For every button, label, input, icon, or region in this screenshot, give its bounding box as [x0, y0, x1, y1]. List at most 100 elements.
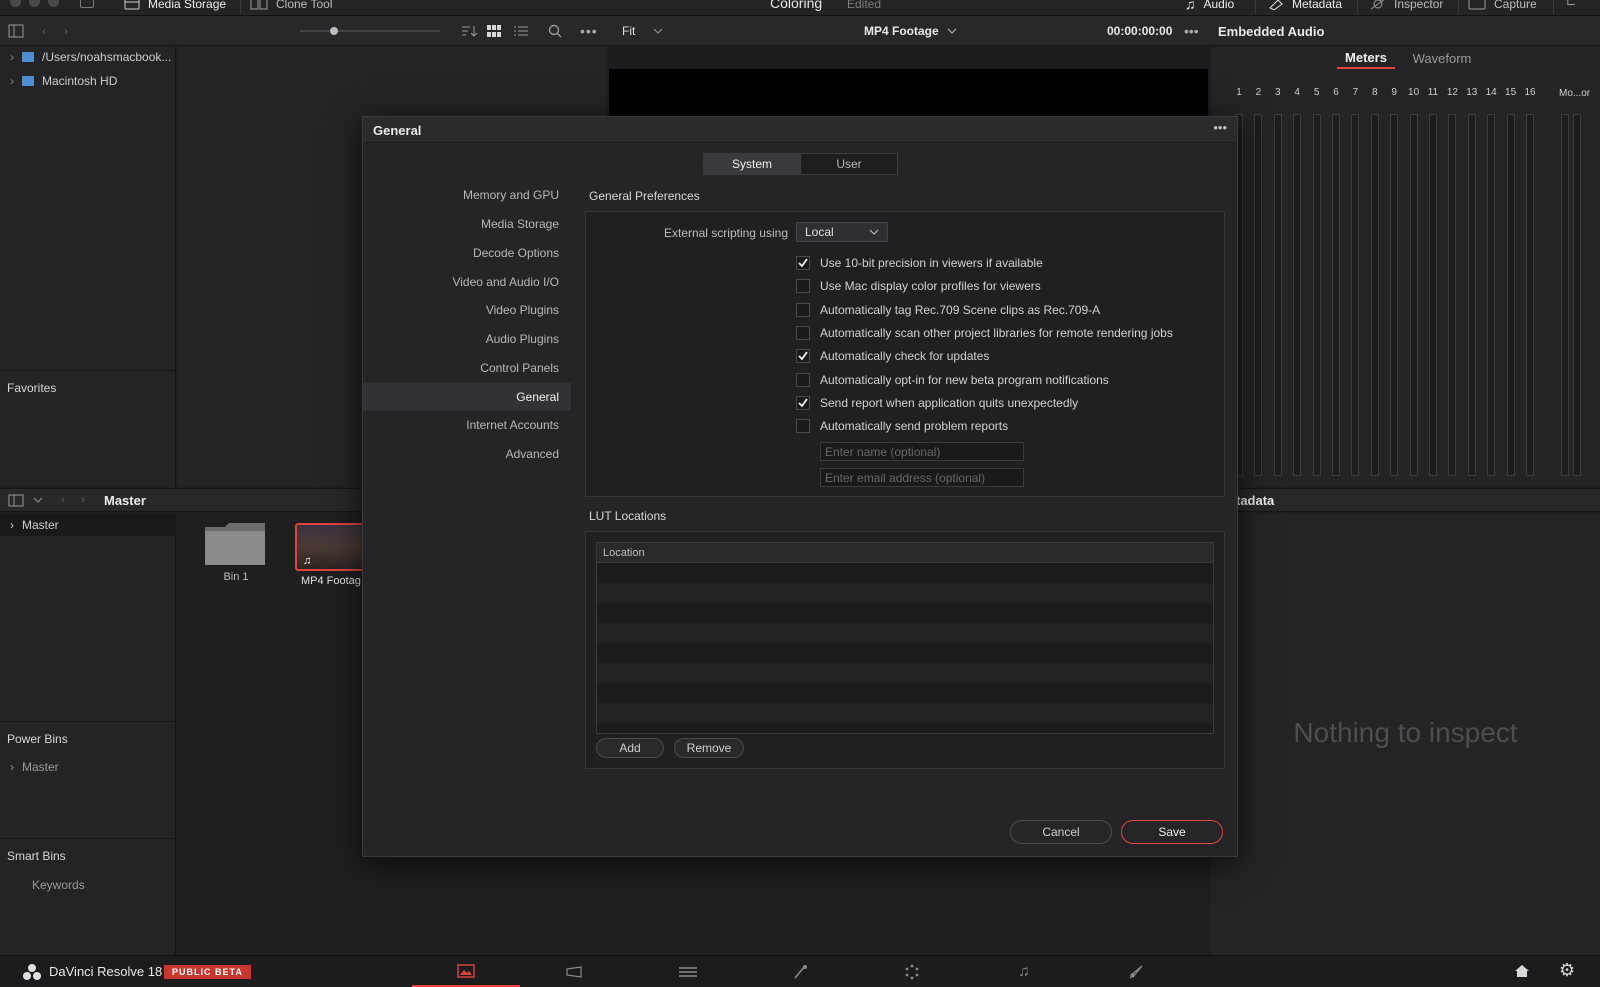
email-field[interactable] — [820, 468, 1024, 487]
inspector-button[interactable]: Inspector — [1370, 0, 1443, 12]
tab-user-label: User — [836, 157, 862, 171]
channel-meter — [1254, 114, 1263, 476]
chevron-right-icon: › — [10, 74, 14, 88]
option-label: Automatically check for updates — [820, 349, 990, 364]
scripting-select[interactable]: Local — [796, 222, 888, 242]
add-lut-button[interactable]: Add — [596, 738, 664, 758]
checkbox[interactable] — [796, 302, 810, 317]
list-view-icon[interactable] — [514, 16, 528, 46]
option-row[interactable]: Automatically send problem reports — [796, 417, 1008, 435]
nav-item-video-plugins[interactable]: Video Plugins — [363, 296, 571, 324]
nav-label: Video Plugins — [485, 303, 559, 317]
option-row[interactable]: Automatically check for updates — [796, 347, 989, 365]
channel-meter — [1370, 114, 1379, 476]
channel-meter — [1526, 114, 1534, 476]
nav-item-advanced[interactable]: Advanced — [363, 440, 571, 468]
option-row[interactable]: Use Mac display color profiles for viewe… — [796, 277, 1041, 295]
option-row[interactable]: Automatically scan other project librari… — [796, 324, 1173, 342]
more-options-icon[interactable]: ••• — [580, 16, 598, 46]
channel-number: 14 — [1485, 87, 1497, 98]
nav-item-general[interactable]: General — [363, 383, 571, 411]
channel-number: 4 — [1294, 87, 1300, 98]
edit-page-button[interactable] — [634, 956, 742, 987]
cancel-button[interactable]: Cancel — [1010, 820, 1112, 844]
minimize-window-icon[interactable] — [29, 0, 40, 7]
close-window-icon[interactable] — [10, 0, 21, 7]
media-page-button[interactable] — [412, 956, 520, 987]
remove-lut-button[interactable]: Remove — [674, 738, 744, 758]
option-row[interactable]: Send report when application quits unexp… — [796, 394, 1078, 412]
dialog-titlebar: General ••• — [363, 117, 1237, 143]
fusion-page-button[interactable] — [746, 956, 854, 987]
forward-arrow-icon[interactable]: › — [64, 16, 68, 46]
search-icon[interactable] — [548, 16, 562, 46]
capture-button[interactable]: Capture — [1468, 0, 1537, 12]
clone-tool-button[interactable]: Clone Tool — [250, 0, 332, 12]
toggle-sidebar-icon[interactable] — [8, 16, 24, 46]
sort-icon[interactable] — [460, 16, 478, 46]
nav-item-video-audio-io[interactable]: Video and Audio I/O — [363, 268, 571, 296]
bin-item[interactable]: Bin 1 — [203, 521, 269, 585]
tab-system[interactable]: System — [703, 153, 801, 175]
layout-dropdown-icon[interactable] — [80, 0, 94, 8]
checkbox[interactable] — [796, 372, 810, 387]
settings-gear-icon[interactable]: ⚙ — [1559, 960, 1575, 981]
smart-bin-item[interactable]: Keywords — [32, 878, 85, 892]
capture-label: Capture — [1494, 0, 1537, 11]
tab-waveform-label: Waveform — [1412, 50, 1472, 66]
option-row[interactable]: Use 10-bit precision in viewers if avail… — [796, 254, 1043, 272]
maximize-window-icon[interactable] — [48, 0, 59, 7]
tab-meters[interactable]: Meters — [1337, 47, 1395, 69]
save-button[interactable]: Save — [1121, 820, 1223, 844]
clip-name-dropdown[interactable]: MP4 Footage — [864, 16, 957, 46]
checkbox[interactable] — [796, 325, 810, 340]
zoom-dropdown[interactable]: Fit — [622, 16, 663, 46]
viewer-options-icon[interactable]: ••• — [1184, 16, 1199, 46]
nav-item-media-storage[interactable]: Media Storage — [363, 210, 571, 238]
back-arrow-icon[interactable]: ‹ — [42, 16, 46, 46]
cut-page-button[interactable] — [522, 956, 630, 987]
color-page-button[interactable] — [858, 956, 966, 987]
checkbox[interactable] — [796, 279, 810, 294]
toggle-bins-icon[interactable] — [8, 494, 24, 507]
checkbox[interactable] — [796, 419, 810, 434]
metadata-button[interactable]: Metadata — [1268, 0, 1342, 12]
option-label: Automatically send problem reports — [820, 419, 1009, 434]
slider-handle[interactable] — [330, 27, 338, 35]
location-item[interactable]: › /Users/noahsmacbook... — [10, 47, 171, 67]
folder-icon — [205, 523, 265, 565]
bin-tree-item[interactable]: › Master — [0, 513, 176, 536]
fullscreen-icon[interactable]: ⊏ — [1566, 0, 1576, 8]
name-field[interactable] — [820, 442, 1024, 461]
option-row[interactable]: Automatically tag Rec.709 Scene clips as… — [796, 301, 1100, 319]
checkbox[interactable] — [796, 256, 810, 270]
nav-item-internet-accounts[interactable]: Internet Accounts — [363, 411, 571, 439]
nav-item-control-panels[interactable]: Control Panels — [363, 354, 571, 382]
timecode: 00:00:00:00 — [1107, 24, 1173, 38]
checkbox[interactable] — [796, 349, 810, 364]
channel-meter — [1409, 114, 1418, 476]
location-item[interactable]: › Macintosh HD — [10, 71, 117, 91]
chevron-down-icon[interactable] — [33, 497, 43, 503]
checkbox[interactable] — [796, 395, 810, 410]
fairlight-page-button[interactable]: ♫ — [970, 956, 1078, 987]
home-icon[interactable] — [1514, 964, 1530, 978]
forward-arrow-icon[interactable]: › — [81, 492, 85, 506]
nav-item-decode-options[interactable]: Decode Options — [363, 239, 571, 267]
nav-item-memory-gpu[interactable]: Memory and GPU — [363, 181, 571, 209]
tab-user[interactable]: User — [800, 153, 898, 175]
back-arrow-icon[interactable]: ‹ — [61, 492, 65, 506]
tab-waveform[interactable]: Waveform — [1403, 47, 1481, 69]
option-row[interactable]: Automatically opt-in for new beta progra… — [796, 371, 1109, 389]
power-bin-item[interactable]: › Master — [10, 757, 59, 777]
nav-item-audio-plugins[interactable]: Audio Plugins — [363, 325, 571, 353]
dialog-options-icon[interactable]: ••• — [1213, 120, 1227, 135]
thumbnail-size-slider[interactable] — [300, 16, 440, 46]
app-name: DaVinci Resolve 18 — [49, 964, 163, 979]
separator — [1357, 0, 1358, 14]
grid-view-icon[interactable] — [487, 16, 501, 46]
audio-button[interactable]: ♫ Audio — [1185, 0, 1234, 12]
media-storage-button[interactable]: Media Storage — [124, 0, 226, 12]
clone-tool-label: Clone Tool — [276, 0, 333, 11]
deliver-page-button[interactable] — [1082, 956, 1190, 987]
